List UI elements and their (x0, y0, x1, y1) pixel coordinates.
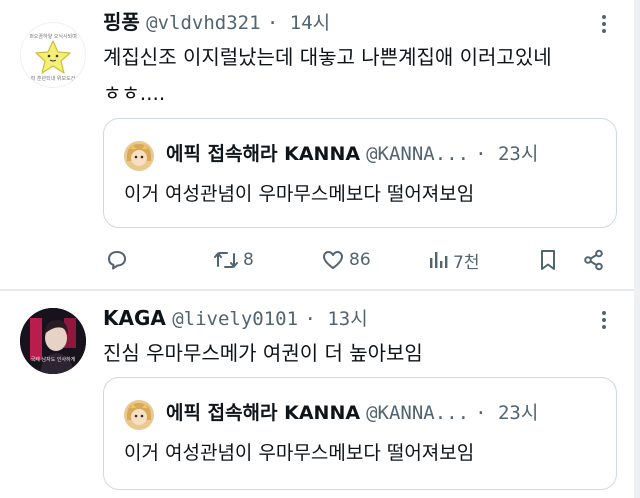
share-icon (584, 249, 603, 271)
quote-timestamp: · 23시 (475, 143, 539, 165)
tweet-text: 진심 우마무스메가 여권이 더 높아보임 (103, 341, 423, 365)
display-name[interactable]: 핑퐁 (103, 10, 140, 34)
more-options-icon[interactable] (594, 310, 614, 330)
bookmark-icon (541, 250, 555, 270)
person-photo-icon (20, 308, 86, 374)
avatar[interactable]: 국제 남자도 인사하게 (20, 308, 86, 374)
quote-text: 이거 여성관념이 우마무스메보다 떨어져보임 (124, 442, 475, 464)
avatar-caption: 국제 남자도 인사하게 (30, 357, 76, 363)
bookmark-button[interactable] (537, 244, 559, 276)
avatar-caption-bottom: 퍼 훈관되내 위보도건 (30, 76, 76, 82)
scrollbar-track[interactable] (634, 0, 640, 498)
quote-timestamp: · 23시 (475, 402, 539, 424)
quote-handle: @KANNA... (366, 143, 470, 165)
retweet-count: 8 (243, 250, 254, 270)
quoted-tweet[interactable]: 에픽 접속해라 KANNA @KANNA... · 23시 이거 여성관념이 우… (103, 377, 617, 490)
reply-button[interactable] (105, 244, 129, 276)
tweet-header: 핑퐁 @vldvhd321 · 14시 (103, 7, 330, 37)
tweet-text-line-1: 계집신조 이지럴났는데 대놓고 나쁜계집애 이러고있네 (103, 45, 552, 69)
tweet-header: KAGA @lively0101 · 13시 (103, 303, 368, 333)
quote-header: 에픽 접속해라 KANNA @KANNA... · 23시 (166, 398, 538, 428)
avatar[interactable]: 퍼오끔하얗 오닉사되며 퍼 훈관되내 위보도건 (20, 22, 86, 88)
views-chart-icon (430, 252, 448, 268)
like-button[interactable]: 86 (321, 244, 371, 276)
share-button[interactable] (582, 244, 606, 276)
display-name[interactable]: KAGA (103, 306, 166, 330)
timestamp[interactable]: · 14시 (267, 12, 330, 34)
handle[interactable]: @lively0101 (172, 308, 298, 330)
quote-display-name: 에픽 접속해라 KANNA (166, 143, 361, 165)
timestamp[interactable]: · 13시 (304, 308, 367, 330)
tweet-text-line-2: ㅎㅎ.... (103, 81, 166, 105)
quote-avatar (124, 141, 154, 171)
quote-avatar (124, 400, 154, 430)
retweet-icon (214, 252, 238, 268)
quote-handle: @KANNA... (366, 402, 470, 424)
more-options-icon[interactable] (594, 14, 614, 34)
retweet-button[interactable]: 8 (213, 244, 254, 276)
quote-display-name: 에픽 접속해라 KANNA (166, 402, 361, 424)
quote-header: 에픽 접속해라 KANNA @KANNA... · 23시 (166, 139, 538, 169)
heart-icon (323, 251, 343, 269)
character-avatar-icon (124, 400, 154, 430)
tweet[interactable]: 퍼오끔하얗 오닉사되며 퍼 훈관되내 위보도건 핑퐁 @vldvhd321 · … (0, 0, 640, 291)
tweet[interactable]: 국제 남자도 인사하게 KAGA @lively0101 · 13시 진심 우마… (0, 292, 640, 498)
quoted-tweet[interactable]: 에픽 접속해라 KANNA @KANNA... · 23시 이거 여성관념이 우… (103, 118, 617, 228)
star-mascot-icon (35, 40, 71, 74)
views-button[interactable]: 7천 (427, 244, 479, 276)
like-count: 86 (349, 250, 371, 270)
views-count: 7천 (453, 252, 480, 273)
handle[interactable]: @vldvhd321 (146, 12, 260, 34)
quote-text: 이거 여성관념이 우마무스메보다 떨어져보임 (124, 183, 475, 205)
reply-icon (108, 251, 126, 270)
action-bar: 8 86 7천 (103, 244, 617, 276)
character-avatar-icon (124, 141, 154, 171)
tweet-divider (0, 289, 640, 291)
